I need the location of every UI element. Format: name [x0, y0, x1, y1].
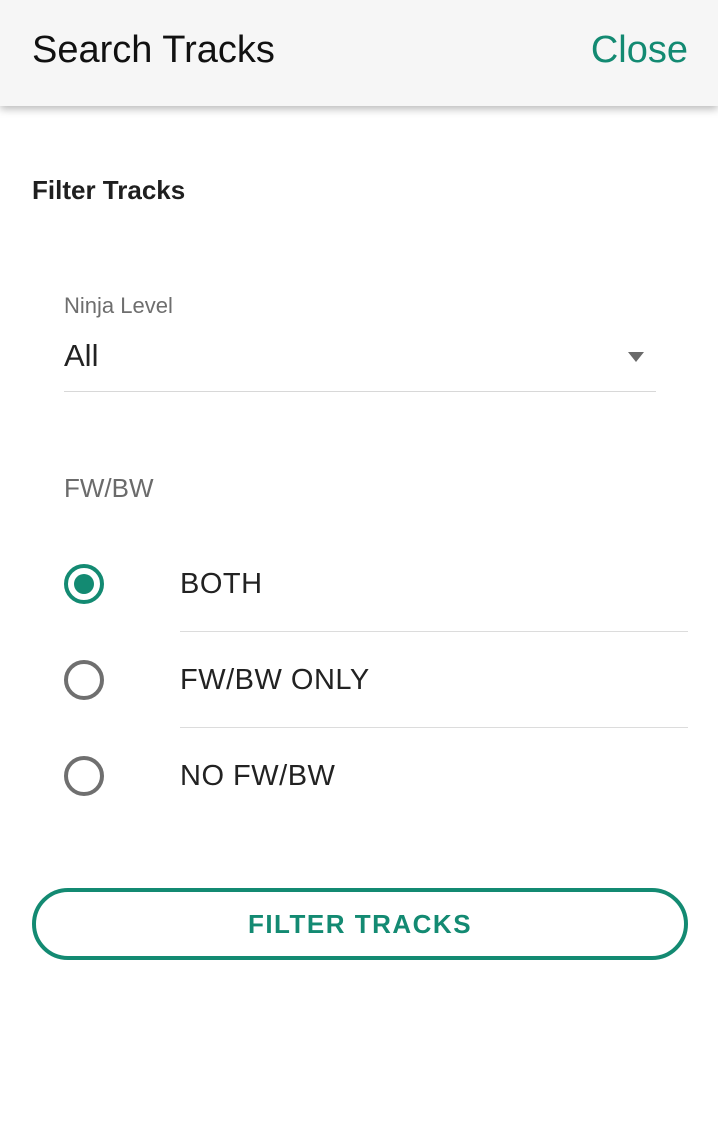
radio-option-no-fwbw[interactable]: NO FW/BW [0, 728, 718, 824]
dropdown-arrow-icon [628, 352, 644, 362]
ninja-level-select[interactable]: Ninja Level All [64, 290, 656, 392]
radio-option-label: FW/BW ONLY [180, 664, 370, 696]
close-button[interactable]: Close [591, 28, 688, 72]
radio-checked-icon[interactable] [64, 564, 104, 604]
radio-option-fwbw-only[interactable]: FW/BW ONLY [0, 632, 718, 728]
filter-section-title: Filter Tracks [32, 175, 186, 205]
radio-option-label: BOTH [180, 568, 263, 600]
ninja-level-value: All [64, 338, 99, 373]
radio-unchecked-icon[interactable] [64, 660, 104, 700]
radio-unchecked-icon[interactable] [64, 756, 104, 796]
radio-option-both[interactable]: BOTH [0, 536, 718, 632]
radio-option-label: NO FW/BW [180, 760, 336, 792]
ninja-level-label: Ninja Level [64, 293, 173, 318]
filter-tracks-button[interactable]: FILTER TRACKS [32, 888, 688, 960]
app-header: Search Tracks Close [0, 0, 718, 106]
radio-dot-icon [74, 574, 94, 594]
page-title: Search Tracks [32, 29, 275, 71]
fwbw-group-label: FW/BW [64, 473, 154, 503]
